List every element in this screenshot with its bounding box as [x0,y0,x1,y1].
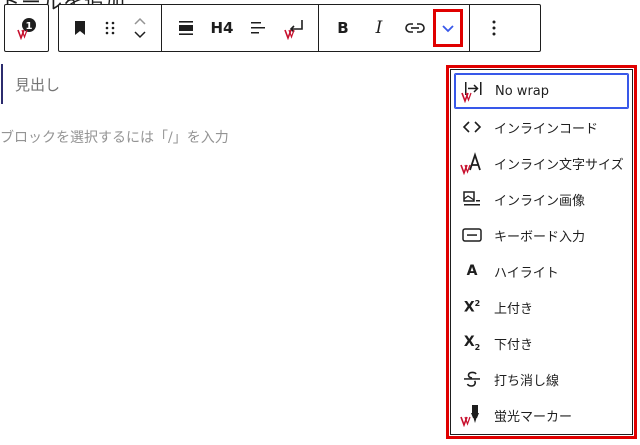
menu-item-highlight[interactable]: A ハイライト [454,253,629,289]
heading-placeholder: 見出し [15,75,61,94]
menu-item-no-wrap[interactable]: No wrap [454,73,629,109]
strikethrough-icon [460,367,484,391]
menu-item-label: No wrap [495,83,550,99]
link-icon [405,23,425,33]
keyboard-icon [460,223,484,247]
block-type-toolbar: 1 [4,4,49,52]
align-left-icon [251,22,265,34]
chevron-down-icon [442,25,454,33]
heading-block[interactable]: 見出し [1,64,60,104]
bold-button[interactable]: B [325,10,361,46]
code-icon [460,115,484,139]
toolbar-group-inline: B I [318,5,469,51]
marker-icon [460,403,484,427]
menu-item-label: キーボード入力 [494,229,586,245]
line-break-button[interactable] [276,10,312,46]
menu-item-label: 上付き [494,301,534,317]
text-align-button[interactable] [240,10,276,46]
toolbar-group-block [59,5,161,51]
menu-item-keyboard-input[interactable]: キーボード入力 [454,217,629,253]
font-size-icon [460,151,484,175]
menu-item-label: インライン文字サイズ [494,157,624,173]
align-block-icon [179,21,193,35]
menu-item-inline-image[interactable]: インライン画像 [454,181,629,217]
block-type-button[interactable]: 1 [9,10,45,46]
options-button[interactable] [476,10,512,46]
inline-image-icon [460,187,484,211]
menu-item-subscript[interactable]: X2 下付き [454,325,629,361]
italic-button[interactable]: I [361,10,397,46]
menu-item-inline-code[interactable]: インラインコード [454,109,629,145]
move-up-down-button[interactable] [125,10,155,46]
menu-item-label: ハイライト [494,265,559,281]
vertical-ellipsis-icon [492,20,496,36]
menu-item-label: 打ち消し線 [494,373,560,389]
no-wrap-icon [461,79,485,103]
toolbar-group-format: H4 [161,5,318,51]
menu-item-label: 蛍光マーカー [494,409,573,425]
line-break-icon [284,20,303,40]
align-block-button[interactable] [168,10,204,46]
menu-item-strikethrough[interactable]: 打ち消し線 [454,361,629,397]
plugin-badge-icon: 1 [16,18,36,40]
menu-item-inline-font-size[interactable]: インライン文字サイズ [454,145,629,181]
drag-handle[interactable] [95,10,125,46]
heading-level-button[interactable]: H4 [204,10,240,46]
chevron-up-down-icon [134,17,146,39]
italic-icon: I [375,18,383,38]
rich-text-dropdown: No wrap インラインコード インライン文字サイズ インライン画像 キーボー… [446,65,637,439]
drag-handle-icon [105,21,115,35]
link-button[interactable] [397,10,433,46]
toolbar-group-options [469,5,518,51]
menu-item-label: インライン画像 [494,193,586,209]
highlight-icon: A [466,263,478,279]
dropdown-menu: No wrap インラインコード インライン文字サイズ インライン画像 キーボー… [450,69,633,435]
bookmark-icon [75,21,85,35]
menu-item-label: 下付き [494,337,534,353]
subscript-icon: X2 [463,334,481,352]
bookmark-button[interactable] [65,10,95,46]
bold-icon: B [337,19,349,37]
menu-item-marker[interactable]: 蛍光マーカー [454,397,629,433]
block-toolbar: H4 B I [58,4,541,52]
menu-item-superscript[interactable]: X2 上付き [454,289,629,325]
block-appender-placeholder[interactable]: ブロックを選択するには「/」を入力 [0,127,229,147]
more-rich-text-button[interactable] [433,9,463,47]
superscript-icon: X2 [463,298,481,316]
menu-item-label: インラインコード [494,121,599,137]
